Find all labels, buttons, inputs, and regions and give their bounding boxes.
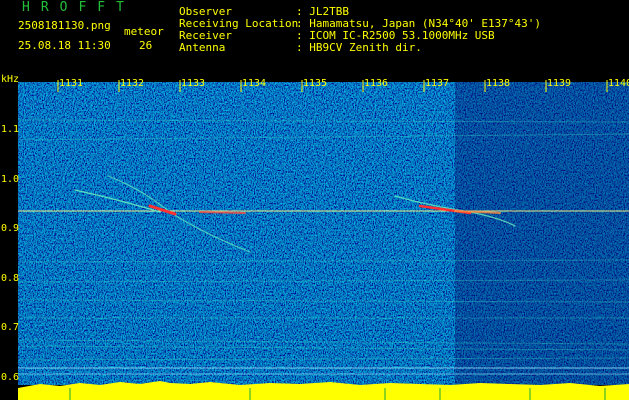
x-tick-label: 1139 (547, 78, 572, 89)
y-tick-label: 1.1 (1, 124, 20, 135)
meteor-label: meteor (124, 25, 164, 38)
y-tick-label: 0.6 (1, 372, 20, 383)
y-tick-label: 0.9 (1, 223, 20, 234)
x-tick-label: 1134 (242, 78, 267, 89)
x-tick-label: 1137 (425, 78, 450, 89)
y-tick-label: 0.8 (1, 273, 20, 284)
info-label-antenna: Antenna (179, 41, 226, 54)
x-tick-label: 1140 (608, 78, 629, 89)
x-tick-label: 1133 (181, 78, 206, 89)
x-tick-label: 1135 (303, 78, 328, 89)
x-tick-label: 1138 (486, 78, 511, 89)
info-value-antenna: : HB9CV Zenith dir. (296, 41, 422, 54)
info-header: HROFFT 2508181130.png meteor 25.08.18 11… (0, 0, 629, 72)
y-tick-label: 1.0 (1, 174, 20, 185)
y-tick-label: 0.7 (1, 322, 20, 333)
x-tick-label: 1131 (59, 78, 84, 89)
x-tick-label: 1132 (120, 78, 145, 89)
datetime: 25.08.18 11:30 (18, 39, 111, 52)
meteor-count: 26 (139, 39, 153, 52)
y-axis-unit: kHz (1, 74, 20, 85)
x-tick-label: 1136 (364, 78, 389, 89)
filename: 2508181130.png (18, 19, 111, 32)
app-title: HROFFT (22, 0, 135, 15)
